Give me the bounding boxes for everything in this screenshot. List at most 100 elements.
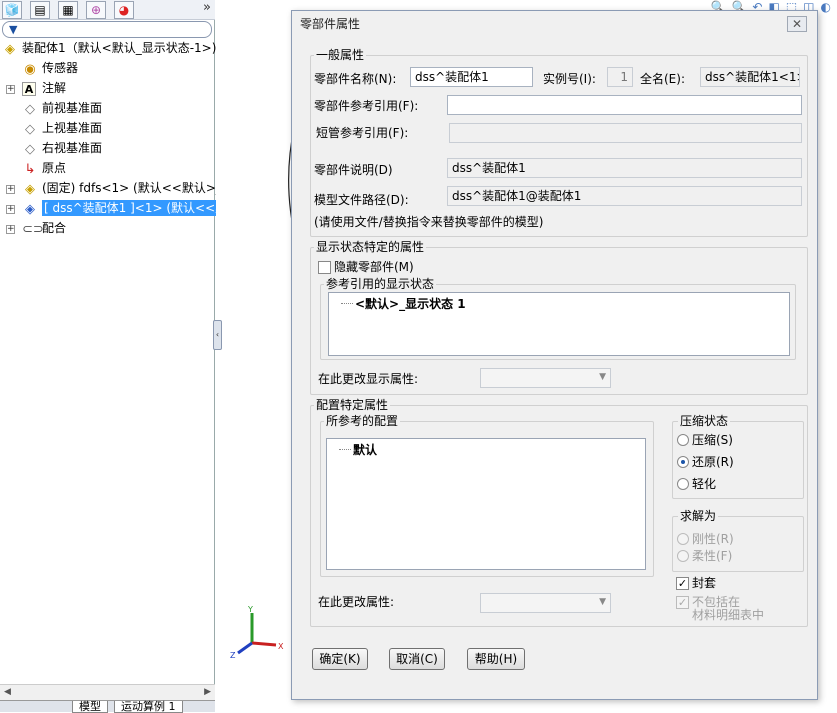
flexible-radio[interactable] (677, 550, 689, 562)
full-name-label: 全名(E): (640, 72, 685, 86)
tree-item-root-assembly[interactable]: ◈ 装配体1（默认<默认_显示状态-1>) (0, 40, 216, 60)
cancel-button[interactable]: 取消(C) (389, 648, 445, 670)
change-display-label: 在此更改显示属性: (318, 372, 419, 386)
property-manager-tab-icon[interactable]: ▤ (30, 1, 50, 19)
list-item[interactable]: 默认 (353, 441, 377, 458)
display-state-list[interactable]: <默认>_显示状态 1 (328, 292, 790, 356)
configuration-manager-tab-icon[interactable]: ▦ (58, 1, 78, 19)
z-axis (237, 641, 253, 655)
resolved-label: 还原(R) (692, 455, 734, 469)
tab-motion-study[interactable]: 运动算例 1 (114, 701, 183, 713)
ok-button[interactable]: 确定(K) (312, 648, 368, 670)
resolved-radio[interactable] (677, 456, 689, 468)
plane-icon: ◇ (25, 122, 35, 137)
feature-tree: ◈ 装配体1（默认<默认_显示状态-1>) ◉ 传感器 + A 注解 ◇ 前视基… (0, 40, 230, 240)
tree-filter-input[interactable]: ▼ (2, 21, 212, 38)
full-name-field: dss^装配体1<1> (700, 67, 800, 87)
general-properties-title: 一般属性 (314, 48, 367, 62)
config-properties-title: 配置特定属性 (314, 398, 391, 412)
bottom-tabs: 模型 运动算例 1 (0, 700, 215, 713)
suppression-state-title: 压缩状态 (678, 414, 731, 428)
panel-collapse-handle[interactable]: ‹ (213, 320, 222, 350)
change-properties-select[interactable]: ▼ (480, 593, 611, 613)
x-axis-label: X (278, 642, 284, 651)
envelope-checkbox[interactable]: ✓ (676, 577, 689, 590)
display-state-title: 显示状态特定的属性 (314, 240, 427, 254)
tree-item-front-plane[interactable]: ◇ 前视基准面 (0, 100, 215, 120)
origin-icon: ↳ (24, 162, 36, 177)
component-reference-field[interactable] (447, 95, 802, 115)
tab-model[interactable]: 模型 (72, 701, 108, 713)
config-list[interactable]: 默认 (326, 438, 646, 570)
expand-icon[interactable]: + (6, 225, 15, 234)
change-properties-label: 在此更改属性: (318, 595, 395, 609)
model-path-label: 模型文件路径(D): (314, 193, 409, 207)
suppressed-radio[interactable] (677, 434, 689, 446)
close-icon[interactable]: ✕ (787, 16, 807, 32)
help-button[interactable]: 帮助(H) (467, 648, 525, 670)
lightweight-radio[interactable] (677, 478, 689, 490)
component-description-field: dss^装配体1 (447, 158, 802, 178)
horizontal-scrollbar[interactable]: ◀ ▶ (0, 684, 215, 700)
subassembly-icon: ◈ (25, 202, 35, 217)
model-path-field: dss^装配体1@装配体1 (447, 186, 802, 206)
axis-triad: Y X Z (230, 605, 284, 660)
exclude-bom-label-line2: 材料明细表中 (692, 608, 765, 622)
scroll-left-icon[interactable]: ◀ (4, 687, 11, 697)
feature-manager-panel: 🧊 ▤ ▦ ⊕ ◕ » ▼ ◈ 装配体1（默认<默认_显示状态-1>) ◉ 传感… (0, 0, 230, 713)
more-tabs-icon[interactable]: » (203, 0, 211, 15)
component-name-label: 零部件名称(N): (314, 72, 397, 86)
instance-id-label: 实例号(I): (543, 72, 596, 86)
plane-icon: ◇ (25, 142, 35, 157)
lightweight-label: 轻化 (692, 477, 717, 491)
component-properties-dialog: 零部件属性 ✕ 一般属性 零部件名称(N): dss^装配体1 实例号(I): … (291, 10, 818, 700)
plane-icon: ◇ (25, 102, 35, 117)
assembly-icon: ◈ (5, 42, 15, 57)
suppressed-label: 压缩(S) (692, 433, 733, 447)
tree-item-annotations[interactable]: + A 注解 (0, 80, 215, 100)
tree-item-subassembly[interactable]: + ◈ [ dss^装配体1 ]<1> (默认<<默 (0, 200, 230, 220)
tree-item-origin[interactable]: ↳ 原点 (0, 160, 215, 180)
short-reference-label: 短管参考引用(F): (316, 126, 409, 140)
component-description-label: 零部件说明(D) (314, 163, 393, 177)
referenced-config-title: 所参考的配置 (324, 414, 401, 428)
dialog-title: 零部件属性 (292, 11, 817, 38)
chevron-down-icon: ▼ (599, 597, 606, 607)
dimxpert-tab-icon[interactable]: ⊕ (86, 1, 106, 19)
display-manager-tab-icon[interactable]: ◕ (114, 1, 134, 19)
part-icon: ◈ (25, 182, 35, 197)
solve-as-title: 求解为 (678, 509, 719, 523)
scroll-right-icon[interactable]: ▶ (204, 687, 211, 697)
tree-item-right-plane[interactable]: ◇ 右视基准面 (0, 140, 215, 160)
chevron-down-icon: ▼ (599, 372, 606, 382)
component-name-field[interactable]: dss^装配体1 (410, 67, 533, 87)
referenced-display-state-title: 参考引用的显示状态 (324, 277, 437, 291)
flexible-label: 柔性(F) (692, 549, 733, 563)
x-axis (251, 641, 277, 647)
tree-item-sensors[interactable]: ◉ 传感器 (0, 60, 215, 80)
feature-tree-tab-icon[interactable]: 🧊 (2, 1, 22, 19)
expand-icon[interactable]: + (6, 185, 15, 194)
envelope-label: 封套 (692, 576, 717, 590)
z-axis-label: Z (230, 651, 236, 660)
tree-item-mates[interactable]: + ⊂⊃ 配合 (0, 220, 215, 240)
tree-item-top-plane[interactable]: ◇ 上视基准面 (0, 120, 215, 140)
component-reference-label: 零部件参考引用(F): (314, 99, 419, 113)
annotation-icon: A (22, 82, 36, 96)
hide-component-checkbox[interactable] (318, 261, 331, 274)
mates-icon: ⊂⊃ (22, 222, 44, 237)
feature-manager-toolbar: 🧊 ▤ ▦ ⊕ ◕ » (0, 0, 215, 20)
rigid-radio[interactable] (677, 533, 689, 545)
filter-icon: ▼ (9, 23, 18, 36)
sensor-icon: ◉ (24, 62, 36, 77)
rigid-label: 刚性(R) (692, 532, 734, 546)
expand-icon[interactable]: + (6, 205, 15, 214)
y-axis-label: Y (247, 605, 253, 614)
tree-item-part-fdfs[interactable]: + ◈ (固定) fdfs<1> (默认<<默认>_ (0, 180, 222, 200)
change-display-select[interactable]: ▼ (480, 368, 611, 388)
replace-hint-text: (请使用文件/替换指令来替换零部件的模型) (314, 215, 544, 229)
exclude-bom-checkbox[interactable]: ✓ (676, 596, 689, 609)
list-item[interactable]: <默认>_显示状态 1 (355, 295, 466, 312)
expand-icon[interactable]: + (6, 85, 15, 94)
hide-component-label: 隐藏零部件(M) (334, 260, 414, 274)
